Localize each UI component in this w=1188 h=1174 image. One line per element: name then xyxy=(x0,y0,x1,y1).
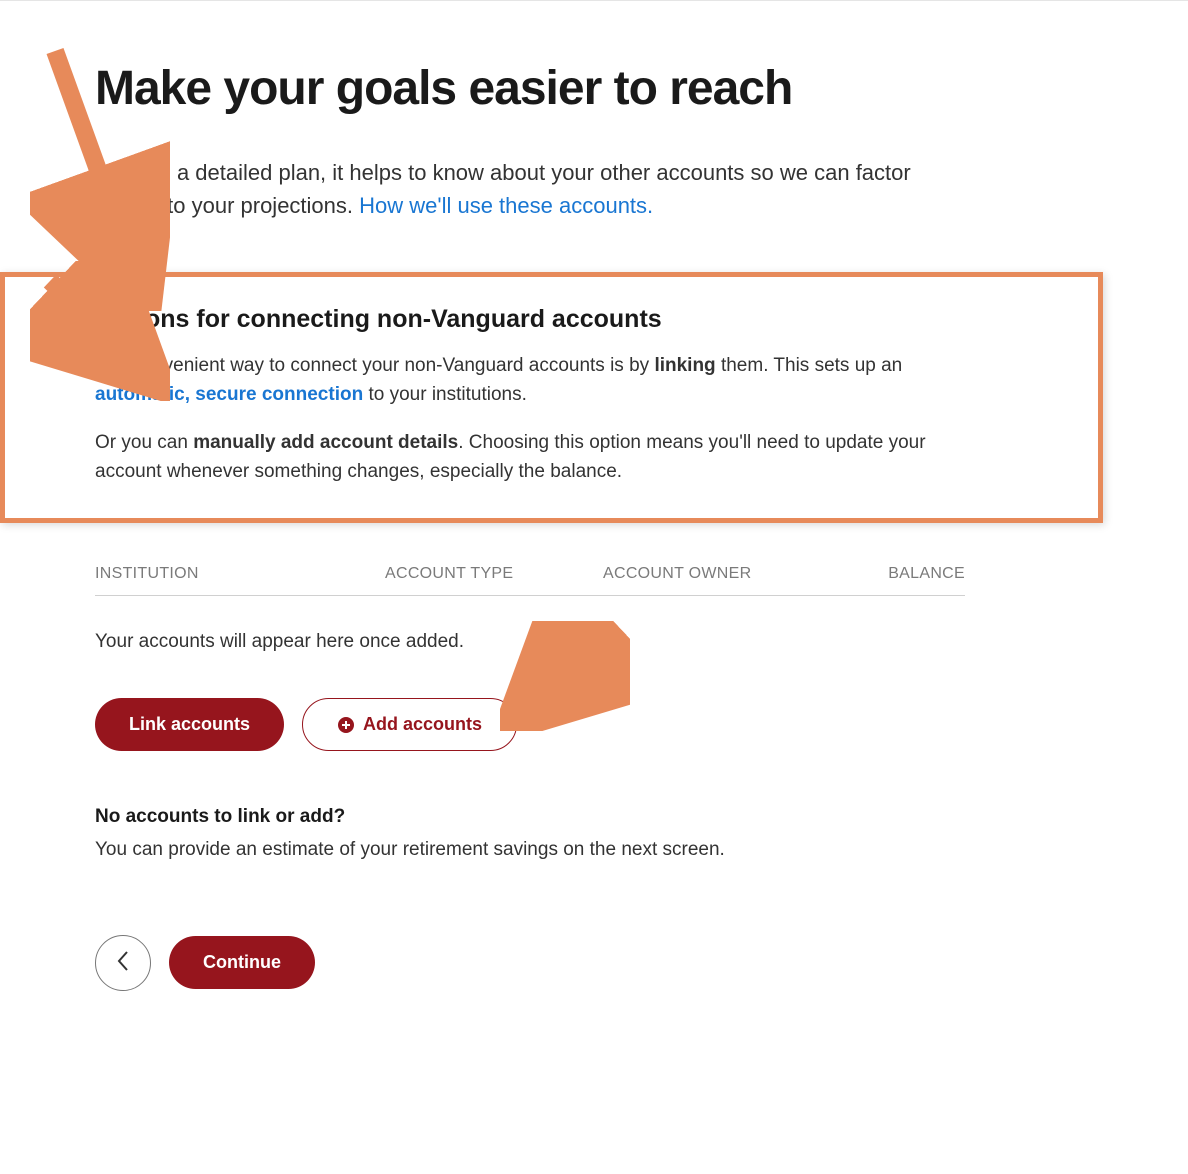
header-account-type: ACCOUNT TYPE xyxy=(385,565,603,583)
chevron-left-icon xyxy=(116,950,130,975)
no-accounts-heading: No accounts to link or add? xyxy=(95,806,1093,828)
no-accounts-text: You can provide an estimate of your reti… xyxy=(95,836,955,865)
header-institution: INSTITUTION xyxy=(95,565,385,583)
accounts-table-header: INSTITUTION ACCOUNT TYPE ACCOUNT OWNER B… xyxy=(95,553,965,596)
p1-suffix: to your institutions. xyxy=(363,384,527,405)
how-we-use-link[interactable]: How we'll use these accounts. xyxy=(359,193,653,218)
options-callout-box: Options for connecting non-Vanguard acco… xyxy=(0,272,1103,523)
navigation-row: Continue xyxy=(95,935,1093,991)
p1-prefix: The convenient way to connect your non-V… xyxy=(95,355,654,376)
empty-accounts-message: Your accounts will appear here once adde… xyxy=(95,631,1093,653)
options-paragraph-1: The convenient way to connect your non-V… xyxy=(95,352,955,409)
options-paragraph-2: Or you can manually add account details.… xyxy=(95,429,955,486)
p1-mid: them. This sets up an xyxy=(716,355,903,376)
main-container: Make your goals easier to reach To build… xyxy=(0,1,1188,1051)
p2-bold-manual: manually add account details xyxy=(193,432,458,453)
add-accounts-label: Add accounts xyxy=(363,714,482,735)
header-balance: BALANCE xyxy=(873,565,965,583)
options-heading: Options for connecting non-Vanguard acco… xyxy=(95,305,1070,334)
back-button[interactable] xyxy=(95,935,151,991)
add-accounts-button[interactable]: Add accounts xyxy=(302,698,517,751)
header-account-owner: ACCOUNT OWNER xyxy=(603,565,873,583)
plus-circle-icon xyxy=(337,716,355,734)
account-action-row: Link accounts Add accounts xyxy=(95,698,1093,751)
link-accounts-button[interactable]: Link accounts xyxy=(95,698,284,751)
intro-paragraph: To build a detailed plan, it helps to kn… xyxy=(95,156,955,222)
page-title: Make your goals easier to reach xyxy=(95,61,1093,116)
p2-prefix: Or you can xyxy=(95,432,193,453)
secure-connection-link[interactable]: automatic, secure connection xyxy=(95,384,363,405)
continue-button[interactable]: Continue xyxy=(169,936,315,989)
p1-bold-linking: linking xyxy=(654,355,715,376)
